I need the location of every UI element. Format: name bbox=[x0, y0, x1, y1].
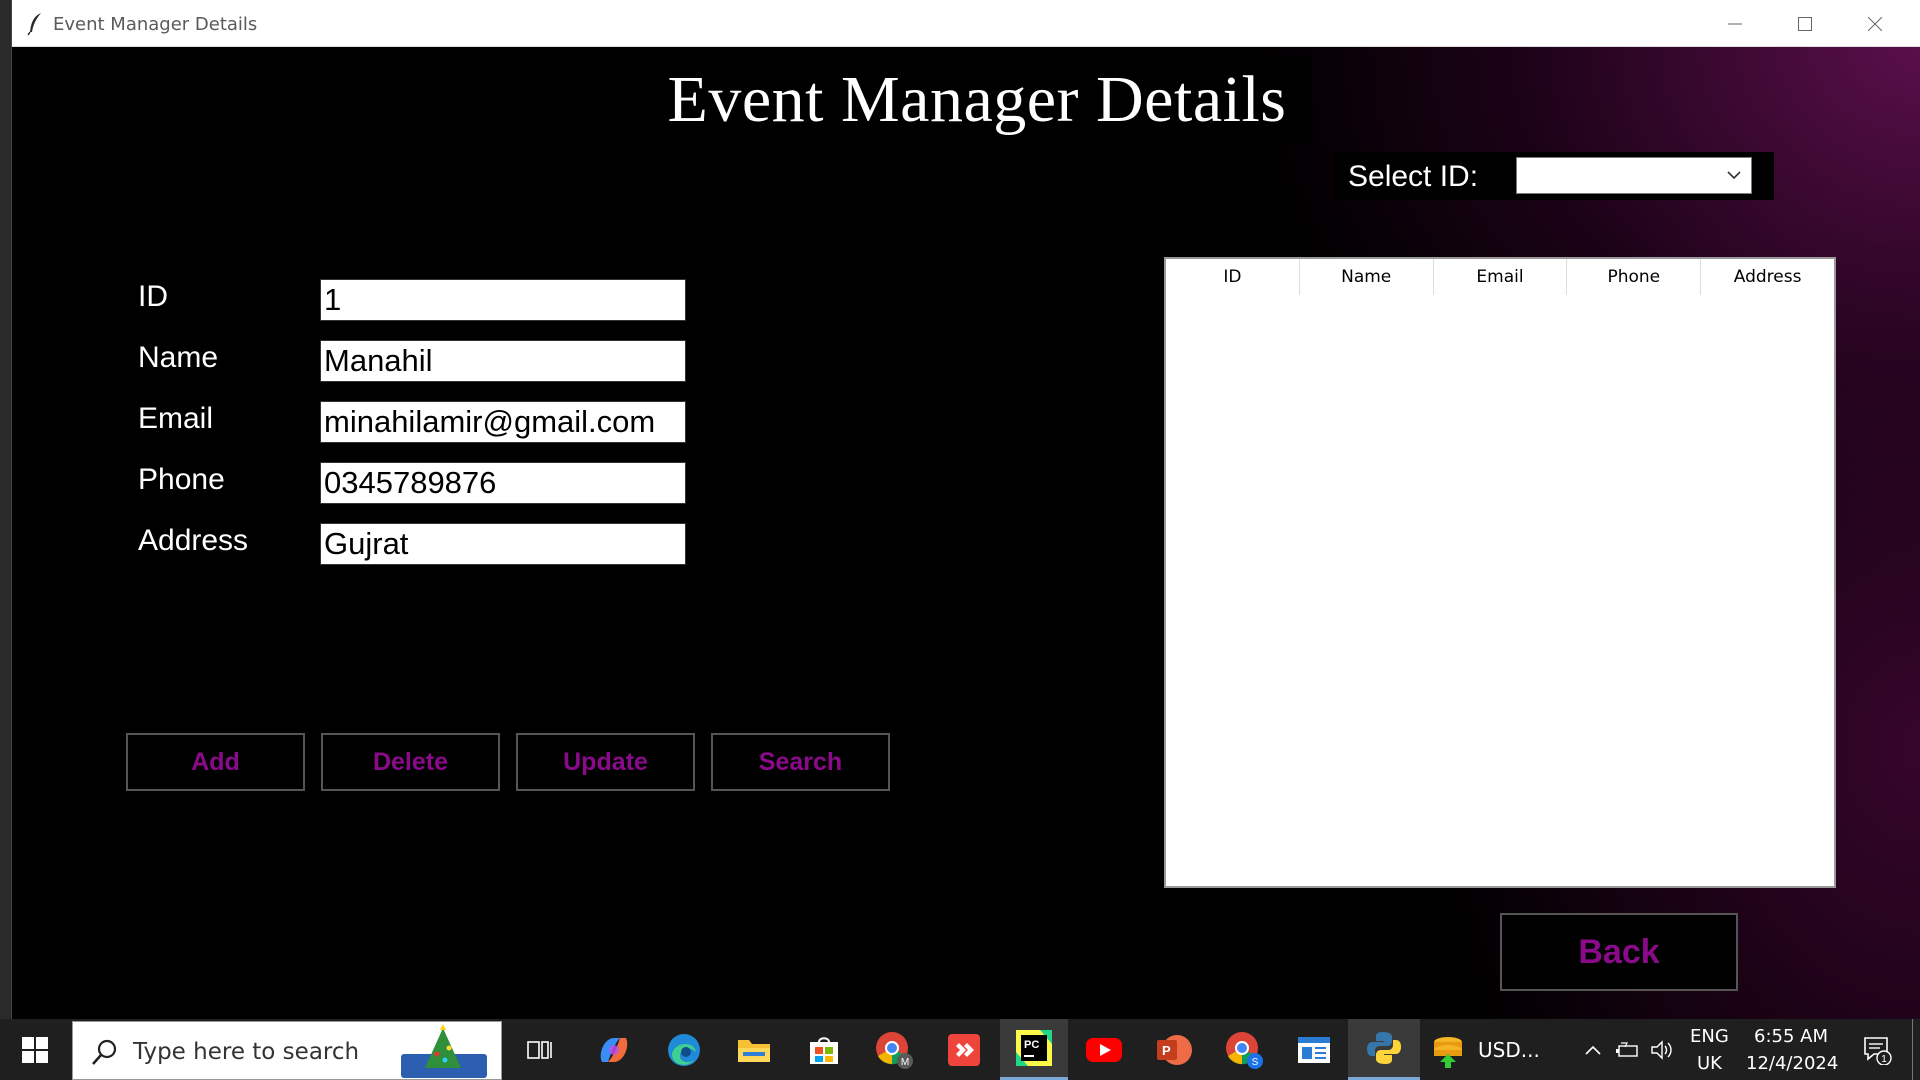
app-window: Event Manager Details Event Manager Deta… bbox=[12, 0, 1920, 1019]
holiday-tree-icon bbox=[401, 1024, 487, 1078]
clock-time[interactable]: 6:55 AM bbox=[1754, 1026, 1828, 1047]
search-placeholder: Type here to search bbox=[133, 1039, 360, 1065]
youtube-icon bbox=[1086, 1037, 1122, 1062]
column-header-address[interactable]: Address bbox=[1701, 259, 1834, 295]
svg-text:M: M bbox=[901, 1057, 909, 1068]
column-header-phone[interactable]: Phone bbox=[1567, 259, 1702, 295]
tray-overflow-button[interactable] bbox=[1578, 1019, 1608, 1080]
chevron-up-icon bbox=[1585, 1045, 1601, 1055]
id-label: ID bbox=[138, 280, 168, 313]
column-header-id[interactable]: ID bbox=[1166, 259, 1300, 295]
address-field[interactable] bbox=[320, 523, 686, 565]
svg-text:S: S bbox=[1252, 1057, 1259, 1068]
chrome-button[interactable]: M bbox=[860, 1019, 928, 1080]
taskbar: Type here to search M PC P S USD... ENG … bbox=[0, 1019, 1920, 1080]
column-header-name[interactable]: Name bbox=[1300, 259, 1434, 295]
copilot-icon bbox=[600, 1037, 628, 1062]
maximize-icon bbox=[1798, 16, 1812, 31]
id-field[interactable] bbox=[320, 279, 686, 321]
youtube-button[interactable] bbox=[1070, 1019, 1138, 1080]
table-header: ID Name Email Phone Address bbox=[1166, 259, 1834, 295]
anydesk-icon bbox=[948, 1033, 980, 1066]
notification-count: 1 bbox=[1881, 1054, 1887, 1065]
copilot-button[interactable] bbox=[580, 1019, 648, 1080]
screen: Event Manager Details Event Manager Deta… bbox=[0, 0, 1920, 1080]
page-title: Event Manager Details bbox=[667, 63, 1287, 136]
file-explorer-button[interactable] bbox=[720, 1019, 788, 1080]
edge-button[interactable] bbox=[650, 1019, 718, 1080]
select-id-panel: Select ID: bbox=[1334, 152, 1774, 200]
window-title: Event Manager Details bbox=[53, 14, 258, 35]
form-panel: ID Name Email Phone Address Add Delete U… bbox=[122, 257, 1020, 817]
speaker-icon bbox=[1651, 1039, 1672, 1060]
minimize-button[interactable] bbox=[1700, 0, 1770, 47]
desktop-background bbox=[0, 0, 12, 1019]
powerpoint-button[interactable]: P bbox=[1140, 1019, 1208, 1080]
title-bar: Event Manager Details bbox=[12, 0, 1920, 47]
notifications-button[interactable]: 1 bbox=[1852, 1019, 1902, 1080]
managers-table[interactable]: ID Name Email Phone Address bbox=[1164, 257, 1836, 888]
close-icon bbox=[1868, 16, 1882, 31]
email-field[interactable] bbox=[320, 401, 686, 443]
phone-field[interactable] bbox=[320, 462, 686, 504]
clock-date[interactable]: 12/4/2024 bbox=[1746, 1053, 1838, 1074]
weather-widget[interactable]: USD... bbox=[1430, 1019, 1560, 1080]
folder-icon bbox=[738, 1039, 770, 1062]
svg-text:PC: PC bbox=[1024, 1039, 1039, 1051]
chrome-icon: S bbox=[1226, 1031, 1263, 1069]
network-battery-button[interactable] bbox=[1612, 1019, 1642, 1080]
chrome-icon: M bbox=[876, 1031, 913, 1069]
language-indicator[interactable]: ENG bbox=[1690, 1026, 1729, 1047]
coins-icon bbox=[1434, 1036, 1462, 1068]
select-id-dropdown[interactable] bbox=[1516, 157, 1752, 194]
minimize-icon bbox=[1728, 23, 1742, 24]
notification-icon: 1 bbox=[1864, 1036, 1892, 1065]
anydesk-button[interactable] bbox=[930, 1019, 998, 1080]
python-icon bbox=[1367, 1032, 1401, 1064]
taskbar-search[interactable]: Type here to search bbox=[72, 1021, 502, 1080]
email-label: Email bbox=[138, 402, 214, 435]
microsoft-store-button[interactable] bbox=[790, 1019, 858, 1080]
heading-panel: Event Manager Details bbox=[642, 55, 1312, 145]
window-content: Event Manager Details Select ID: ID Name… bbox=[12, 47, 1920, 1019]
task-view-icon bbox=[527, 1040, 552, 1059]
windows-logo-icon bbox=[22, 1036, 48, 1063]
maximize-button[interactable] bbox=[1770, 0, 1840, 47]
pycharm-icon: PC bbox=[1016, 1030, 1052, 1066]
notepad-button[interactable] bbox=[1280, 1019, 1348, 1080]
weather-text: USD... bbox=[1478, 1037, 1540, 1062]
name-field[interactable] bbox=[320, 340, 686, 382]
phone-label: Phone bbox=[138, 463, 225, 496]
search-button[interactable]: Search bbox=[711, 733, 890, 791]
chrome-profile-button[interactable]: S bbox=[1210, 1019, 1278, 1080]
svg-text:P: P bbox=[1162, 1043, 1171, 1058]
show-desktop-button[interactable] bbox=[1912, 1019, 1920, 1080]
start-button[interactable] bbox=[0, 1019, 70, 1080]
notepad-icon bbox=[1298, 1036, 1330, 1063]
column-header-email[interactable]: Email bbox=[1434, 259, 1568, 295]
battery-icon bbox=[1616, 1041, 1638, 1057]
back-button[interactable]: Back bbox=[1500, 913, 1738, 991]
search-icon bbox=[92, 1039, 117, 1065]
add-button[interactable]: Add bbox=[126, 733, 305, 791]
update-button[interactable]: Update bbox=[516, 733, 695, 791]
store-icon bbox=[810, 1036, 838, 1064]
chevron-down-icon bbox=[1727, 171, 1741, 180]
pycharm-button[interactable]: PC bbox=[1000, 1019, 1068, 1080]
task-view-button[interactable] bbox=[506, 1019, 574, 1080]
powerpoint-icon: P bbox=[1157, 1034, 1192, 1065]
address-label: Address bbox=[138, 524, 249, 557]
feather-icon bbox=[27, 13, 41, 36]
edge-icon bbox=[668, 1033, 700, 1066]
close-button[interactable] bbox=[1840, 0, 1910, 47]
select-id-label: Select ID: bbox=[1348, 160, 1479, 193]
volume-button[interactable] bbox=[1645, 1019, 1679, 1080]
delete-button[interactable]: Delete bbox=[321, 733, 500, 791]
python-button[interactable] bbox=[1348, 1019, 1420, 1080]
region-indicator[interactable]: UK bbox=[1697, 1053, 1722, 1074]
name-label: Name bbox=[138, 341, 219, 374]
